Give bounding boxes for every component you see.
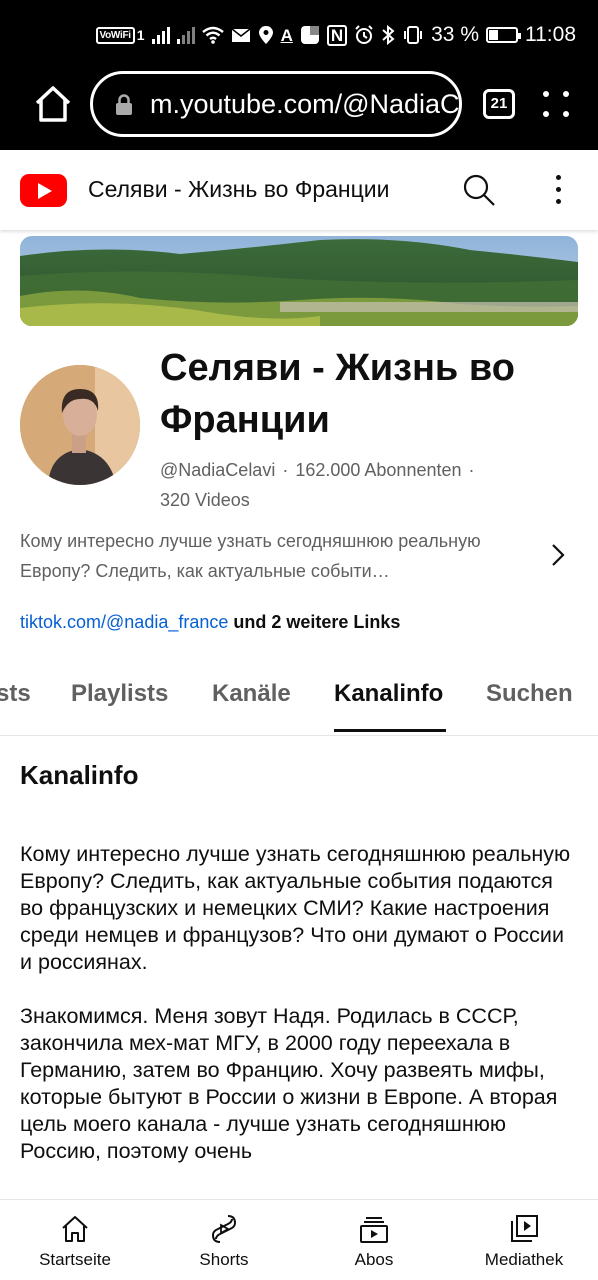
header-title: Селяви - Жизнь во Франции: [88, 176, 390, 202]
more-options-icon[interactable]: [545, 172, 571, 208]
youtube-logo-icon[interactable]: [20, 174, 67, 207]
tiktok-link[interactable]: tiktok.com/@nadia_france: [20, 612, 228, 632]
section-title: Kanalinfo: [20, 760, 139, 790]
vowifi-sim-label: 1: [136, 27, 145, 43]
nav-library[interactable]: Mediathek: [449, 1200, 598, 1280]
signal-icon: [176, 26, 195, 44]
wifi-icon: [201, 26, 224, 44]
shorts-icon: [211, 1215, 237, 1243]
mail-icon: [231, 27, 251, 42]
tab-switcher-button[interactable]: 21: [483, 89, 515, 119]
avatar-image: [20, 365, 140, 485]
home-icon: [62, 1216, 88, 1242]
library-icon: [511, 1215, 538, 1242]
video-count: 320 Videos: [160, 490, 250, 510]
home-icon[interactable]: [32, 84, 74, 124]
signal-icon: [151, 26, 170, 44]
alarm-icon: [355, 25, 373, 44]
status-bar: VoWiFi 1 A N 33 % 11:08: [0, 0, 598, 70]
vibrate-icon: [404, 26, 423, 44]
channel-handle: @NadiaCelavi: [160, 460, 276, 480]
channel-links: tiktok.com/@nadia_france und 2 weitere L…: [20, 612, 400, 633]
tab-playlists[interactable]: Playlists: [71, 680, 168, 708]
nav-subscriptions[interactable]: Abos: [299, 1200, 449, 1280]
vowifi-icon: VoWiFi: [95, 26, 135, 44]
description-text: Кому интересно лучше узнать сегодняшнюю …: [20, 531, 481, 581]
tab-search[interactable]: Suchen: [486, 680, 573, 708]
youtube-header: Селяви - Жизнь во Франции: [0, 150, 598, 230]
channel-meta: @NadiaCelavi · 162.000 Abonnenten · 320 Vid…: [160, 455, 580, 515]
nav-label: Abos: [354, 1250, 394, 1269]
separator: ·: [468, 460, 475, 480]
lock-icon: [116, 94, 132, 115]
about-paragraph: Знакомимся. Меня зовут Надя. Родилась в …: [20, 1004, 558, 1163]
address-bar[interactable]: m.youtube.com/@NadiaC: [90, 71, 462, 137]
battery-percent: 33 %: [431, 23, 479, 46]
tab-about[interactable]: Kanalinfo: [334, 680, 443, 708]
channel-name: Селяви - Жизнь во Франции: [160, 347, 515, 441]
search-icon[interactable]: [462, 173, 496, 207]
channel-avatar[interactable]: [20, 365, 140, 485]
channel-description-preview[interactable]: Кому интересно лучше узнать сегодняшнюю …: [20, 526, 580, 586]
about-description: Кому интересно лучше узнать сегодняшнюю …: [20, 841, 576, 1199]
browser-toolbar: m.youtube.com/@NadiaC 21: [0, 70, 598, 150]
channel-banner: [20, 236, 578, 326]
bottom-navigation: Startseite Shorts Abos Mediathek: [0, 1199, 598, 1280]
tab-posts[interactable]: sts: [0, 680, 31, 708]
separator: ·: [282, 460, 289, 480]
chevron-right-icon: [552, 544, 565, 566]
status-icons: VoWiFi 1 A N 33 % 11:08: [95, 20, 576, 50]
location-icon: [258, 26, 273, 44]
subscriber-count: 162.000 Abonnenten: [295, 460, 462, 480]
battery-icon: [486, 27, 521, 43]
text-icon: A: [280, 25, 293, 45]
vowifi-label: VoWiFi: [99, 29, 132, 41]
tab-channels[interactable]: Kanäle: [212, 680, 291, 708]
app-icon: [300, 26, 319, 44]
tab-count: 21: [490, 95, 508, 112]
nav-label: Shorts: [199, 1250, 249, 1269]
active-tab-indicator: [334, 729, 446, 732]
channel-tabs: sts Playlists Kanäle Kanalinfo Suchen: [0, 664, 598, 736]
subscriptions-icon: [360, 1217, 388, 1243]
nav-home[interactable]: Startseite: [0, 1200, 150, 1280]
more-links-button[interactable]: und 2 weitere Links: [228, 612, 400, 632]
nav-shorts[interactable]: Shorts: [149, 1200, 299, 1280]
battery-level: [489, 30, 499, 40]
nav-label: Mediathek: [484, 1250, 564, 1269]
nav-label: Startseite: [39, 1250, 111, 1269]
browser-menu-icon[interactable]: [543, 91, 569, 117]
about-paragraph: Кому интересно лучше узнать сегодняшнюю …: [20, 842, 571, 974]
clock: 11:08: [525, 23, 576, 46]
banner-image: [20, 236, 578, 326]
bluetooth-icon: [382, 25, 395, 45]
url-text: m.youtube.com/@NadiaC: [150, 89, 460, 119]
nfc-icon: N: [326, 24, 348, 46]
